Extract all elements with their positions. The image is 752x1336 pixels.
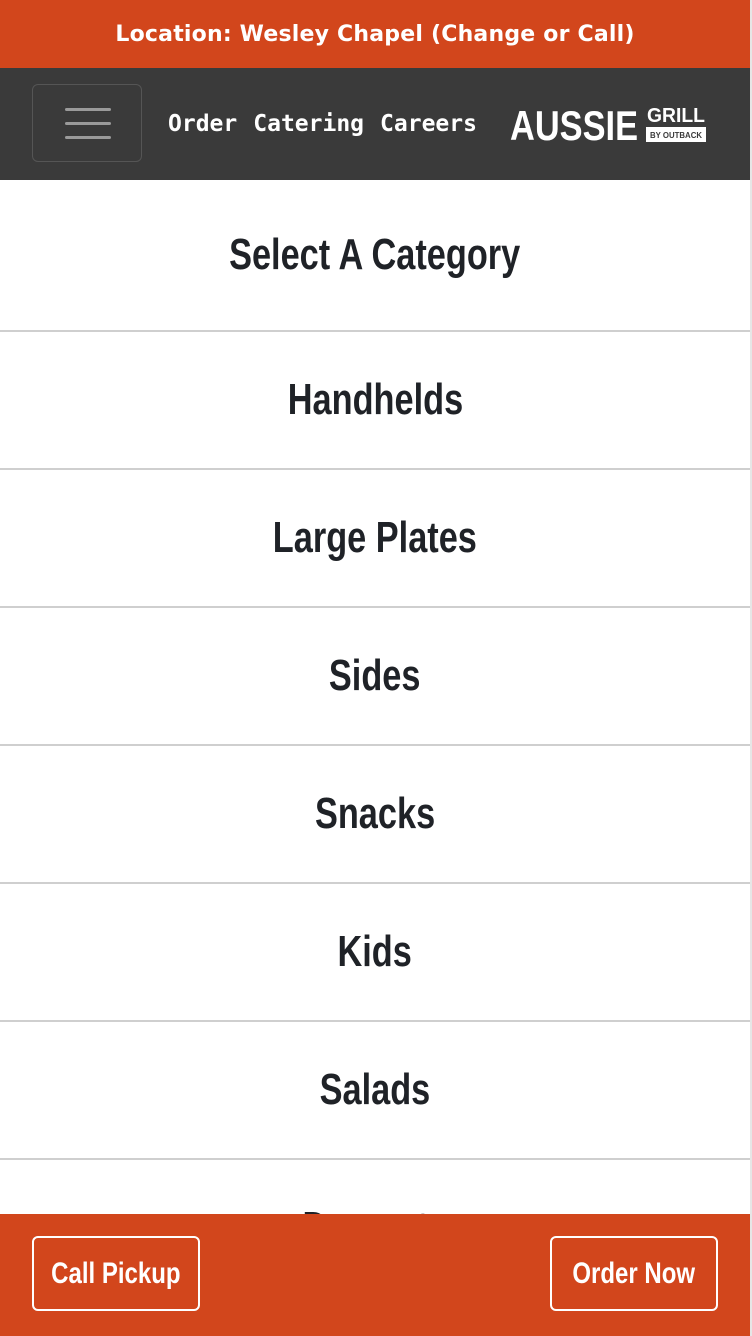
category-item-sides[interactable]: Sides bbox=[0, 608, 750, 746]
category-list: Select A Category Handhelds Large Plates… bbox=[0, 180, 750, 1298]
navbar: Order Catering Careers AUSSIE GRILL BY O… bbox=[0, 68, 750, 180]
category-item-label: Salads bbox=[319, 1065, 431, 1114]
category-item-salads[interactable]: Salads bbox=[0, 1022, 750, 1160]
location-bar[interactable]: Location: Wesley Chapel (Change or Call) bbox=[0, 0, 750, 68]
order-now-button[interactable]: Order Now bbox=[550, 1236, 718, 1311]
call-pickup-label: Call Pickup bbox=[51, 1256, 181, 1290]
category-item-label: Snacks bbox=[314, 789, 436, 838]
logo-tagline-text: BY OUTBACK bbox=[650, 131, 702, 140]
category-item-snacks[interactable]: Snacks bbox=[0, 746, 750, 884]
nav-link-order[interactable]: Order bbox=[168, 111, 237, 137]
nav-link-careers[interactable]: Careers bbox=[380, 111, 477, 137]
category-item-handhelds[interactable]: Handhelds bbox=[0, 332, 750, 470]
page: Location: Wesley Chapel (Change or Call)… bbox=[0, 0, 752, 1336]
category-item-label: Sides bbox=[329, 651, 421, 700]
category-item-label: Handhelds bbox=[287, 375, 463, 424]
hamburger-menu-button[interactable] bbox=[32, 84, 142, 162]
aussie-grill-logo[interactable]: AUSSIE GRILL BY OUTBACK bbox=[510, 102, 706, 144]
logo-main-text: AUSSIE bbox=[510, 102, 638, 144]
category-item-kids[interactable]: Kids bbox=[0, 884, 750, 1022]
category-item-large-plates[interactable]: Large Plates bbox=[0, 470, 750, 608]
nav-link-catering[interactable]: Catering bbox=[253, 111, 364, 137]
category-heading-text: Select A Category bbox=[229, 230, 521, 279]
nav-links: Order Catering Careers bbox=[168, 68, 477, 180]
call-pickup-button[interactable]: Call Pickup bbox=[32, 1236, 200, 1311]
logo-secondary-text: GRILL bbox=[647, 105, 705, 127]
order-now-label: Order Now bbox=[572, 1256, 696, 1290]
bottom-action-bar: Call Pickup Order Now bbox=[0, 1214, 750, 1336]
category-heading: Select A Category bbox=[0, 180, 750, 332]
location-text[interactable]: Location: Wesley Chapel (Change or Call) bbox=[115, 22, 634, 47]
category-item-label: Kids bbox=[337, 927, 413, 976]
category-item-label: Large Plates bbox=[272, 513, 478, 562]
